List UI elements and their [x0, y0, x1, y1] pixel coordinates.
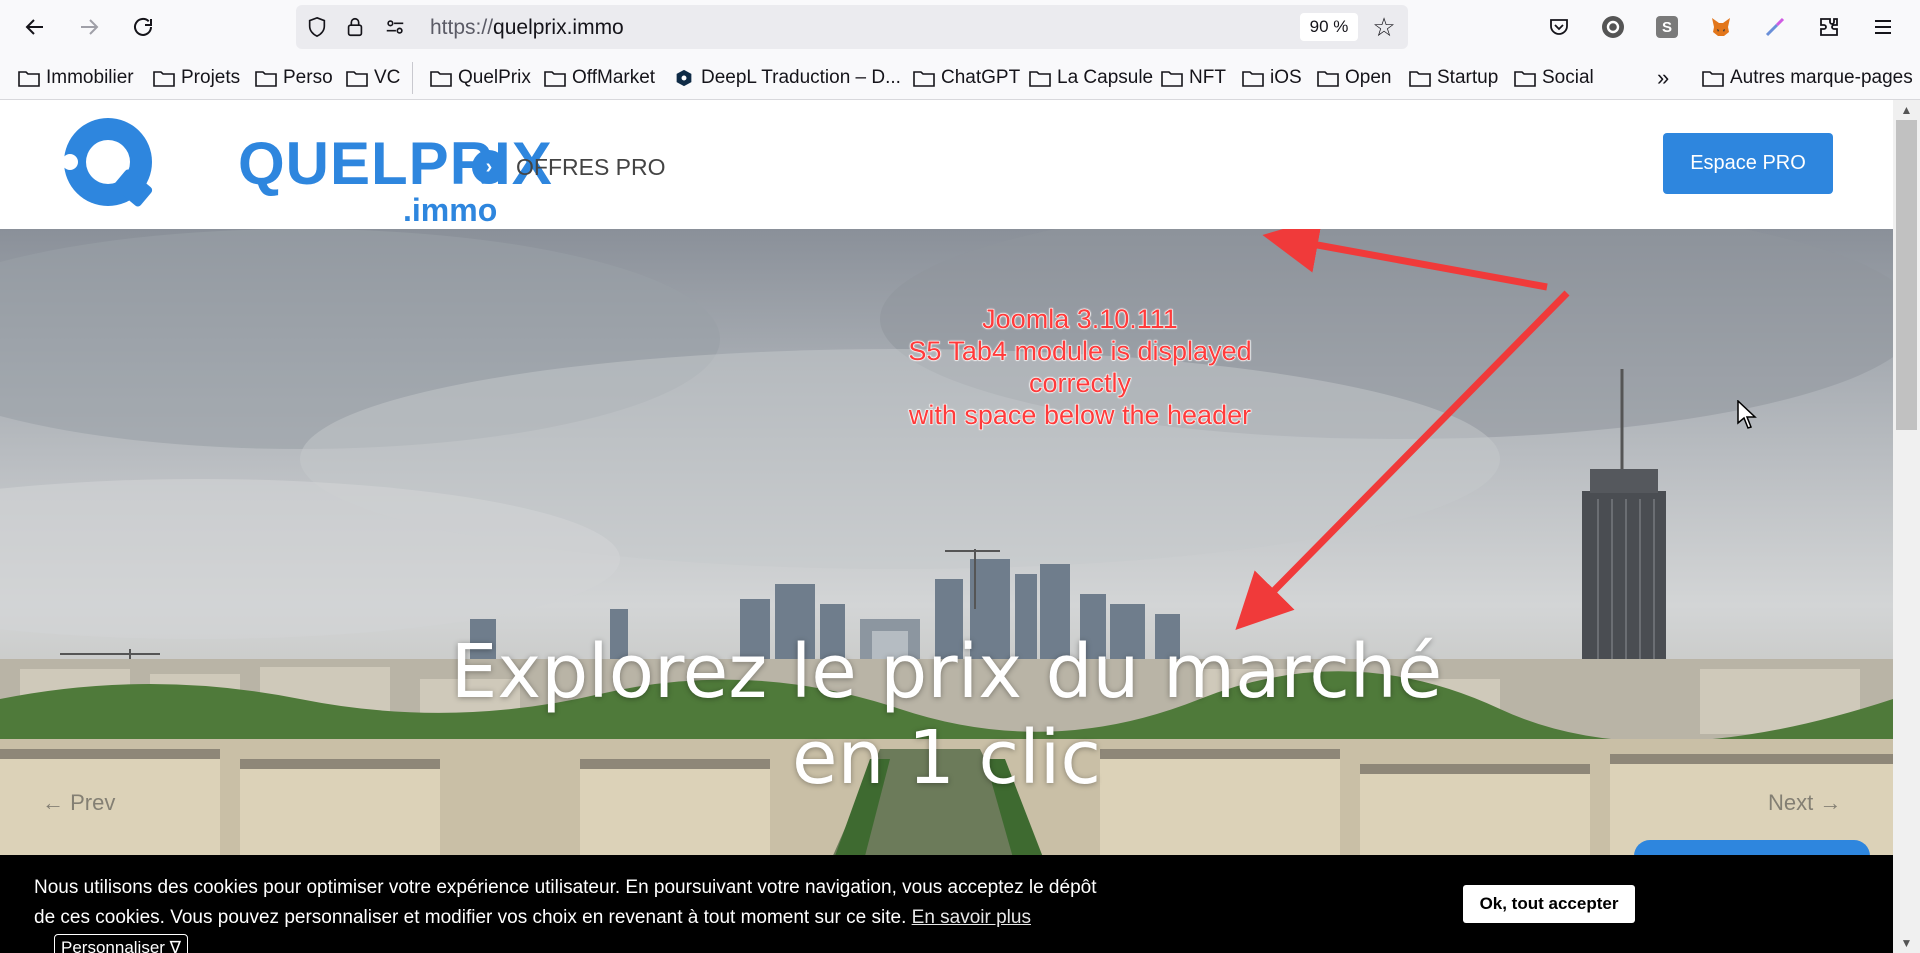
url-protocol: https://: [430, 16, 494, 39]
bookmark-label: Autres marque-pages: [1730, 67, 1913, 88]
browser-toolbar: https://quelprix.immo 90 % ☆ S: [0, 0, 1920, 54]
permissions-icon[interactable]: [384, 16, 406, 38]
hero-slider: Joomla 3.10.111 S5 Tab4 module is displa…: [0, 229, 1893, 953]
back-icon[interactable]: [18, 10, 52, 44]
shield-icon[interactable]: [306, 16, 328, 38]
page-scrollbar[interactable]: ▲ ▼: [1893, 100, 1920, 953]
bookmark-label: La Capsule: [1057, 67, 1154, 88]
arrow-to-header-gap: [1262, 229, 1548, 291]
folder-icon: [346, 71, 368, 87]
bookmark-label: Perso: [283, 67, 333, 88]
bookmark-label: NFT: [1189, 67, 1226, 88]
accept-all-cookies-button[interactable]: Ok, tout accepter: [1463, 885, 1635, 923]
folder-icon: [1317, 71, 1339, 87]
cookie-banner: Nous utilisons des cookies pour optimise…: [0, 855, 1893, 953]
folder-icon: [18, 71, 40, 87]
bookmark-projets[interactable]: Projets: [153, 66, 240, 90]
bookmark-social[interactable]: Social: [1514, 66, 1594, 90]
folder-icon: [1242, 71, 1264, 87]
bookmark-label: Immobilier: [46, 67, 134, 88]
hero-title-line: Explorez le prix du marché: [450, 629, 1443, 715]
folder-icon: [430, 71, 452, 87]
extensions-puzzle-icon[interactable]: [1812, 10, 1846, 44]
folder-icon: [1029, 71, 1051, 87]
site-header: QUELPRIX .immo › OFFRES PRO Espace PRO: [0, 100, 1893, 229]
chevron-right-icon: ›: [472, 150, 506, 184]
bookmark-chatgpt[interactable]: ChatGPT: [913, 66, 1020, 90]
folder-icon: [913, 71, 935, 87]
scroll-thumb[interactable]: [1896, 120, 1917, 430]
espace-pro-button[interactable]: Espace PRO: [1663, 133, 1833, 194]
bookmark-label: VC: [374, 67, 401, 88]
bookmark-la-capsule[interactable]: La Capsule: [1029, 66, 1153, 90]
bookmark-startup[interactable]: Startup: [1409, 66, 1498, 90]
scroll-up-arrow-icon[interactable]: ▲: [1893, 100, 1920, 120]
logo-q-icon: [62, 118, 153, 207]
bookmark-nft[interactable]: NFT: [1161, 66, 1226, 90]
slider-next-button[interactable]: Next →: [1768, 790, 1841, 816]
bookmark-label: Projets: [181, 67, 241, 88]
bookmark-label: Startup: [1437, 67, 1499, 88]
offres-pro-link[interactable]: › OFFRES PRO: [472, 150, 666, 184]
bookmark-ios[interactable]: iOS: [1242, 66, 1302, 90]
url-text[interactable]: https://quelprix.immo: [430, 16, 624, 40]
customize-cookies-button[interactable]: Personnaliser ∇: [54, 933, 189, 953]
bookmarks-overflow-chevron-icon[interactable]: »: [1657, 65, 1669, 90]
url-host: quelprix.immo: [493, 16, 624, 39]
offres-pro-label: OFFRES PRO: [516, 153, 666, 180]
bookmark-label: OffMarket: [572, 67, 656, 88]
logo-sub-text: .immo: [403, 192, 498, 228]
bookmark-offmarket[interactable]: OffMarket: [544, 66, 655, 90]
bookmark-label: Open: [1345, 67, 1392, 88]
address-bar[interactable]: https://quelprix.immo 90 % ☆: [296, 5, 1408, 49]
bookmark-label: ChatGPT: [941, 67, 1021, 88]
mouse-cursor-icon: [1737, 400, 1757, 429]
bookmark-open[interactable]: Open: [1317, 66, 1391, 90]
annotation-arrows: [1235, 229, 1570, 630]
bookmark-label: QuelPrix: [458, 67, 531, 88]
extension-s-icon[interactable]: S: [1650, 10, 1684, 44]
quelprix-logo[interactable]: QUELPRIX .immo: [58, 114, 552, 226]
bookmark-star-icon[interactable]: ☆: [1370, 13, 1398, 41]
zoom-indicator[interactable]: 90 %: [1300, 13, 1358, 41]
folder-icon: [1161, 71, 1183, 87]
eyedropper-icon[interactable]: [1758, 10, 1792, 44]
bookmark-quelprix[interactable]: QuelPrix: [430, 66, 531, 90]
bookmark-deepl[interactable]: DeepL Traduction – D...: [673, 66, 901, 90]
bookmark-label: iOS: [1270, 67, 1302, 88]
folder-icon: [544, 71, 566, 87]
folder-icon: [1514, 71, 1536, 87]
forward-icon[interactable]: [72, 10, 106, 44]
metamask-fox-icon[interactable]: [1704, 10, 1738, 44]
arrow-to-hero-title: [1235, 290, 1570, 630]
bookmarks-bar: Immobilier Projets Perso VC QuelPrix Off…: [0, 54, 1920, 100]
extension-o-icon[interactable]: [1596, 10, 1630, 44]
hero-title: Explorez le prix du marché en 1 clic: [0, 629, 1893, 801]
menu-hamburger-icon[interactable]: [1866, 10, 1900, 44]
bookmark-separator: [412, 62, 413, 94]
web-page: QUELPRIX .immo › OFFRES PRO Espace PRO J…: [0, 100, 1893, 953]
bookmark-autres-marque-pages[interactable]: Autres marque-pages: [1702, 66, 1913, 90]
reload-icon[interactable]: [126, 10, 160, 44]
bookmark-perso[interactable]: Perso: [255, 66, 333, 90]
deepl-icon: [676, 69, 692, 87]
folder-icon: [255, 71, 277, 87]
slider-prev-button[interactable]: ← Prev: [42, 790, 115, 816]
svg-text:S: S: [1662, 19, 1672, 36]
learn-more-link[interactable]: En savoir plus: [912, 907, 1031, 928]
hero-title-line: en 1 clic: [791, 715, 1102, 801]
cookie-message: Nous utilisons des cookies pour optimise…: [34, 873, 1114, 953]
folder-icon: [1409, 71, 1431, 87]
bookmark-label: DeepL Traduction – D...: [701, 67, 901, 88]
folder-icon: [1702, 71, 1724, 87]
scroll-down-arrow-icon[interactable]: ▼: [1893, 933, 1920, 953]
pocket-icon[interactable]: [1542, 10, 1576, 44]
folder-icon: [153, 71, 175, 87]
lock-icon[interactable]: [344, 16, 366, 38]
bookmark-immobilier[interactable]: Immobilier: [18, 66, 134, 90]
bookmark-vc[interactable]: VC: [346, 66, 400, 90]
bookmark-label: Social: [1542, 67, 1594, 88]
